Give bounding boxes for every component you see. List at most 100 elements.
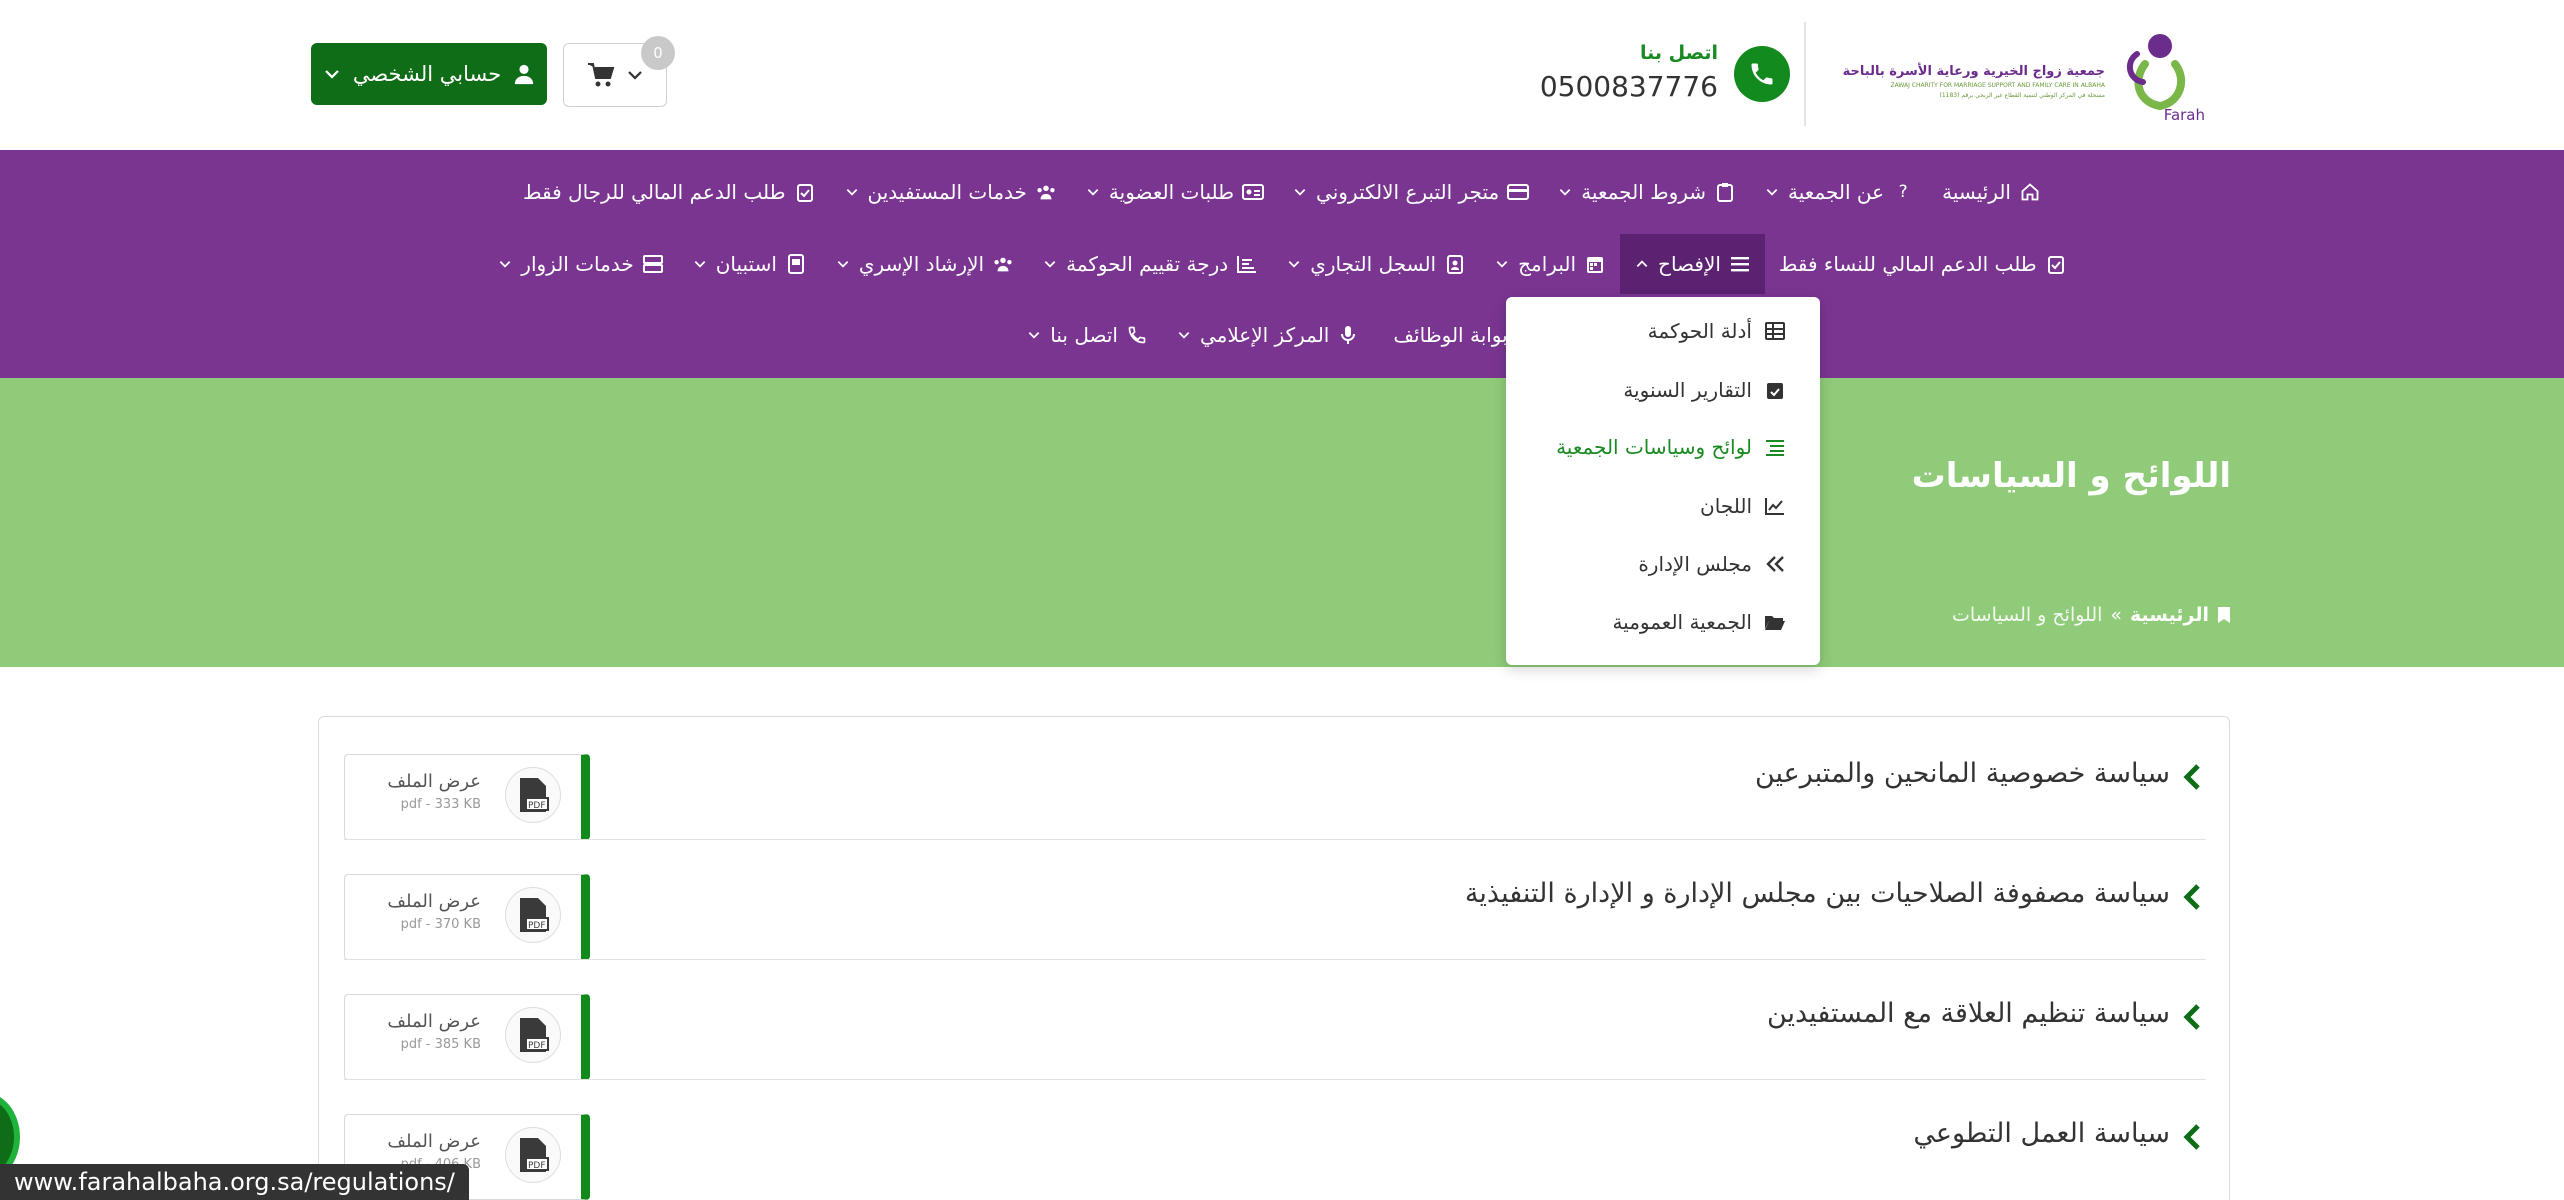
chevron-down-icon (1286, 256, 1302, 272)
tablet-icon (785, 253, 807, 275)
disclosure-dropdown: أدلة الحوكمة التقارير السنوية لوائح وسيا… (1506, 297, 1820, 665)
nav-item-visitor-services[interactable]: خدمات الزوار (483, 234, 677, 294)
user-icon (515, 64, 534, 85)
nav-label: بوابة الوظائف (1393, 323, 1508, 347)
chart-list-icon (1236, 253, 1258, 275)
nav-row-2: طلب الدعم المالي للنساء فقط الإفصاح البر… (0, 234, 2564, 294)
logo-brand: Farah (2163, 106, 2205, 124)
nav-label: طلب الدعم المالي للرجال فقط (523, 180, 786, 204)
file-view-button[interactable]: PDF عرض الملف pdf - 385 KB (344, 994, 590, 1080)
menu-icon (1729, 253, 1751, 275)
nav-label: طلبات العضوية (1108, 180, 1235, 204)
dropdown-item-regulations[interactable]: لوائح وسياسات الجمعية (1556, 435, 1786, 459)
dropdown-item-board[interactable]: مجلس الإدارة (1638, 552, 1786, 576)
nav-item-home[interactable]: الرئيسية (1928, 162, 2055, 222)
svg-text:PDF: PDF (528, 801, 546, 811)
nav-item-disclosure[interactable]: الإفصاح (1620, 234, 1765, 294)
header-contact[interactable]: اتصل بنا 0500837776 (1540, 38, 1790, 108)
account-button[interactable]: حسابي الشخصي (311, 43, 547, 105)
contact-number[interactable]: 0500837776 (1540, 70, 1718, 103)
dropdown-label: أدلة الحوكمة (1647, 319, 1752, 343)
regulation-title[interactable]: سياسة تنظيم العلاقة مع المستفيدين (1767, 998, 2170, 1029)
row-divider (344, 959, 2206, 960)
nav-item-media-center[interactable]: المركز الإعلامي (1162, 305, 1373, 365)
phone-icon (1126, 324, 1148, 346)
table-icon (1764, 320, 1786, 342)
double-chevron-icon (1764, 553, 1786, 575)
file-meta: pdf - 333 KB (400, 797, 481, 812)
dropdown-item-governance-guides[interactable]: أدلة الحوكمة (1648, 319, 1786, 343)
nav-item-beneficiary-services[interactable]: خدمات المستفيدين (830, 162, 1071, 222)
chevron-left-icon (2183, 1004, 2200, 1030)
regulation-row[interactable]: سياسة العمل التطوعي PDF عرض الملف pdf - … (344, 1088, 2206, 1200)
dropdown-label: اللجان (1700, 494, 1752, 518)
server-icon (642, 253, 664, 275)
chevron-left-icon (2183, 884, 2200, 910)
nav-item-programs[interactable]: البرامج (1480, 234, 1620, 294)
svg-text:PDF: PDF (528, 1161, 546, 1171)
chevron-down-icon (1292, 184, 1308, 200)
calendar-icon (1584, 253, 1606, 275)
nav-item-men-support[interactable]: طلب الدعم المالي للرجال فقط (509, 162, 829, 222)
nav-row-3: بوابة الوظائف المركز الإعلامي اتصل بنا (0, 305, 2564, 365)
regulation-title[interactable]: سياسة مصفوفة الصلاحيات بين مجلس الإدارة … (1465, 878, 2170, 909)
users-icon (992, 253, 1014, 275)
nav-item-survey[interactable]: استبيان (678, 234, 821, 294)
regulation-row[interactable]: سياسة تنظيم العلاقة مع المستفيدين PDF عر… (344, 968, 2206, 1080)
chevron-down-icon (628, 71, 642, 80)
nav-item-about[interactable]: ? عن الجمعية (1750, 162, 1928, 222)
file-label: عرض الملف (387, 1131, 481, 1152)
nav-item-donation-store[interactable]: متجر التبرع الالكتروني (1278, 162, 1543, 222)
clipboard-icon (1714, 181, 1736, 203)
nav-item-membership[interactable]: طلبات العضوية (1071, 162, 1278, 222)
chevron-up-icon (1634, 256, 1650, 272)
dropdown-item-general-assembly[interactable]: الجمعية العمومية (1612, 610, 1786, 634)
farah-logo-icon (2126, 34, 2186, 111)
nav-label: عن الجمعية (1788, 180, 1885, 204)
calendar-check-icon (1764, 379, 1786, 401)
site-header: جمعية زواج الخيرية ورعاية الأسرة بالباحة… (0, 0, 2564, 150)
contact-label: اتصل بنا (1640, 42, 1718, 64)
file-view-button[interactable]: PDF عرض الملف pdf - 370 KB (344, 874, 590, 960)
nav-item-conditions[interactable]: شروط الجمعية (1543, 162, 1750, 222)
nav-item-contact-us[interactable]: اتصل بنا (1012, 305, 1162, 365)
logo-registration: مسجلة في المركز الوطني لتنمية القطاع غير… (1939, 92, 2105, 99)
dropdown-item-annual-reports[interactable]: التقارير السنوية (1623, 378, 1786, 402)
main-nav: الرئيسية ? عن الجمعية شروط الجمعية متجر … (0, 150, 2564, 378)
chevron-down-icon (1557, 184, 1573, 200)
question-icon: ? (1898, 182, 1908, 202)
dropdown-label: الجمعية العمومية (1612, 610, 1752, 634)
dropdown-label: مجلس الإدارة (1638, 552, 1752, 576)
chevron-down-icon (1764, 184, 1780, 200)
file-view-button[interactable]: PDF عرض الملف pdf - 333 KB (344, 754, 590, 840)
clipboard-check-icon (794, 181, 816, 203)
dropdown-item-committees[interactable]: اللجان (1700, 494, 1786, 518)
nav-label: الإفصاح (1658, 252, 1721, 276)
row-divider (344, 1079, 2206, 1080)
file-label: عرض الملف (387, 771, 481, 792)
nav-item-family-guidance[interactable]: الإرشاد الإسري (821, 234, 1028, 294)
nav-item-governance-score[interactable]: درجة تقييم الحوكمة (1028, 234, 1272, 294)
site-logo[interactable]: جمعية زواج الخيرية ورعاية الأسرة بالباحة… (1843, 20, 2205, 124)
nav-item-women-support[interactable]: طلب الدعم المالي للنساء فقط (1765, 234, 2081, 294)
nav-item-commercial-register[interactable]: السجل التجاري (1272, 234, 1480, 294)
microphone-icon (1337, 324, 1359, 346)
row-divider (344, 839, 2206, 840)
chevron-down-icon (692, 256, 708, 272)
svg-text:PDF: PDF (528, 921, 546, 931)
regulation-row[interactable]: سياسة مصفوفة الصلاحيات بين مجلس الإدارة … (344, 848, 2206, 960)
clipboard-check-icon (2045, 253, 2067, 275)
chevron-down-icon (325, 70, 339, 79)
regulation-title[interactable]: سياسة العمل التطوعي (1913, 1118, 2170, 1149)
list-icon (1764, 436, 1786, 458)
breadcrumb-home[interactable]: الرئيسية (2130, 604, 2209, 626)
chevron-left-icon (2183, 764, 2200, 790)
breadcrumb-current: اللوائح و السياسات (1952, 604, 2103, 626)
bookmark-icon (2218, 607, 2230, 623)
users-icon (1035, 181, 1057, 203)
regulation-row[interactable]: سياسة خصوصية المانحين والمتبرعين PDF عرض… (344, 728, 2206, 840)
id-badge-icon (1444, 253, 1466, 275)
phone-icon (1734, 46, 1790, 102)
regulation-title[interactable]: سياسة خصوصية المانحين والمتبرعين (1755, 758, 2170, 789)
dropdown-label: التقارير السنوية (1623, 378, 1752, 402)
